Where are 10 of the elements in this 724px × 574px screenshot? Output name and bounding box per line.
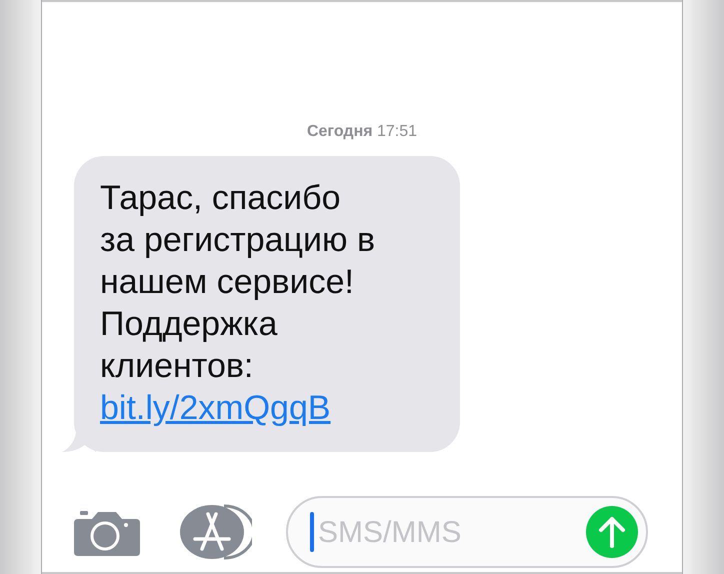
camera-button[interactable]	[74, 508, 140, 556]
message-text: Тарас, спасибо за регистрацию в нашем сервисе! Поддержка клиентов: bit.ly/2xmQgqB	[100, 178, 376, 429]
camera-icon	[74, 508, 140, 556]
text-cursor	[310, 512, 314, 552]
app-store-button[interactable]	[180, 504, 252, 560]
message-link[interactable]: bit.ly/2xmQgqB	[100, 389, 331, 427]
message-timestamp: Сегодня 17:51	[306, 122, 418, 142]
send-button[interactable]	[586, 506, 638, 558]
arrow-up-icon	[597, 515, 627, 549]
app-store-icon	[180, 504, 252, 560]
